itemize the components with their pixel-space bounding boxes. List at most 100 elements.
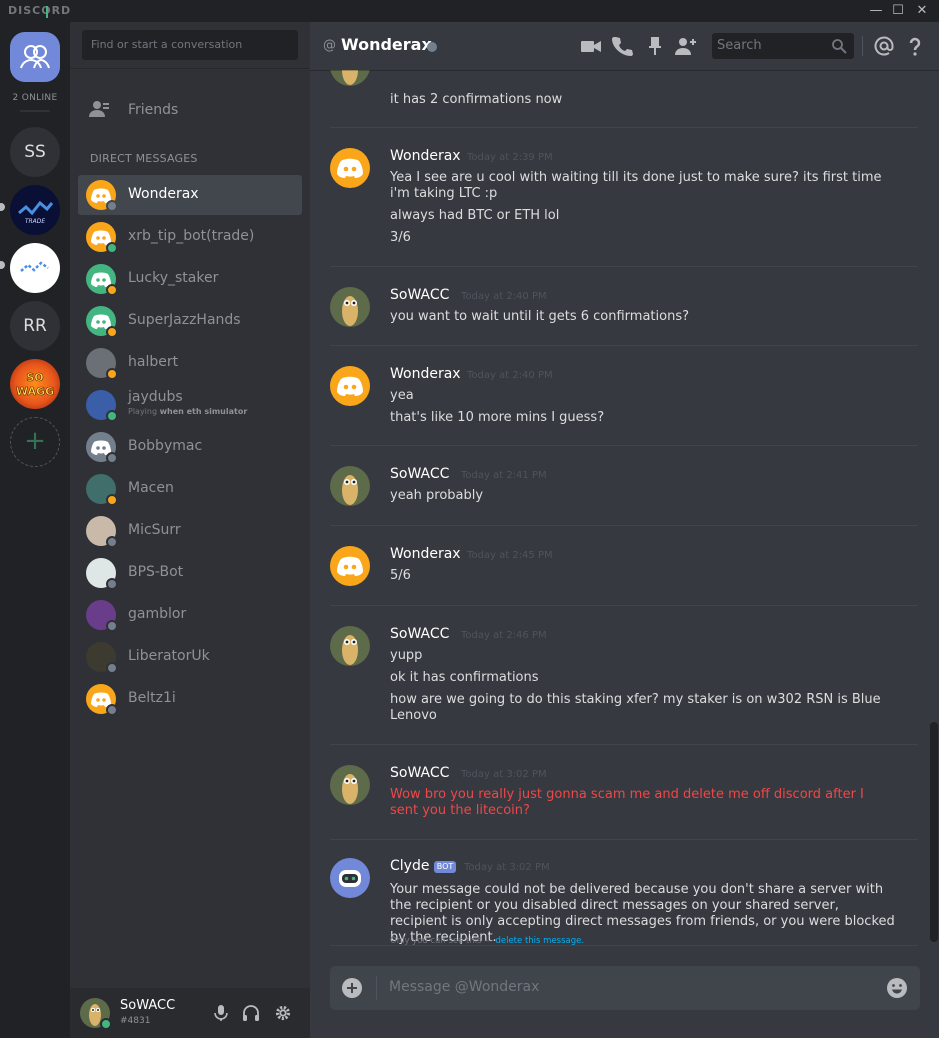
author-avatar[interactable] <box>330 287 370 327</box>
author-name[interactable]: SoWACC <box>390 466 449 482</box>
activity-name: when eth simulator <box>159 407 248 416</box>
message-timestamp: Today at 2:46 PM <box>461 630 547 641</box>
message-input[interactable]: Message @Wonderax <box>389 979 539 995</box>
update-indicator <box>46 6 48 18</box>
dm-name: Lucky_staker <box>128 270 219 286</box>
server-so-wagg[interactable]: SO WAGG <box>10 359 60 409</box>
message-timestamp: Today at 2:45 PM <box>467 550 553 561</box>
message-timestamp: Today at 2:40 PM <box>467 370 553 381</box>
dm-item[interactable]: LiberatorUk <box>78 637 302 677</box>
maximize-button[interactable]: ☐ <box>889 2 907 20</box>
message-text: yupp <box>390 648 423 663</box>
headphones-icon[interactable] <box>242 1004 260 1022</box>
add-friend-icon[interactable] <box>674 35 696 57</box>
dm-name: LiberatorUk <box>128 648 210 664</box>
server-trade[interactable]: TRADE <box>10 185 60 235</box>
author-avatar[interactable] <box>330 858 370 898</box>
help-icon[interactable] <box>904 35 926 57</box>
minimize-button[interactable]: — <box>867 2 885 20</box>
dm-name: halbert <box>128 354 179 370</box>
dm-item[interactable]: Beltz1i <box>78 679 302 719</box>
svg-text:WAGG: WAGG <box>16 385 54 398</box>
author-name[interactable]: SoWACC <box>390 626 449 642</box>
user-status-online <box>100 1018 112 1030</box>
author-avatar[interactable] <box>330 148 370 188</box>
video-call-icon[interactable] <box>580 35 602 57</box>
activity-prefix: Playing <box>128 407 160 416</box>
friends-nav-item[interactable]: Friends <box>78 92 302 128</box>
author-name[interactable]: Wonderax <box>390 546 461 562</box>
message-text: Wow bro you really just gonna scam me an… <box>390 787 864 818</box>
dm-item[interactable]: halbert <box>78 343 302 383</box>
emoji-icon[interactable] <box>886 977 908 999</box>
header-divider <box>862 36 863 56</box>
server-nano[interactable] <box>10 243 60 293</box>
dm-item[interactable]: Bobbymac <box>78 427 302 467</box>
voice-call-icon[interactable] <box>611 35 633 57</box>
mentions-icon[interactable] <box>873 35 895 57</box>
author-avatar[interactable] <box>330 546 370 586</box>
dm-item[interactable]: SuperJazzHands <box>78 301 302 341</box>
dm-item[interactable]: MicSurr <box>78 511 302 551</box>
scrollbar[interactable] <box>930 722 938 942</box>
find-conversation-input[interactable]: Find or start a conversation <box>82 30 298 60</box>
author-name[interactable]: SoWACC <box>390 287 449 303</box>
author-avatar[interactable] <box>330 626 370 666</box>
message-group: Wonderax Today at 2:39 PM Yea I see are … <box>330 128 918 267</box>
dm-name: Macen <box>128 480 174 496</box>
microphone-icon[interactable] <box>212 1004 230 1022</box>
author-name[interactable]: Wonderax <box>390 366 461 382</box>
author-name[interactable]: Clyde <box>390 858 429 874</box>
message-list: it has 2 confirmations now Wonderax Toda… <box>310 70 939 960</box>
dm-item[interactable]: BPS-Bot <box>78 553 302 593</box>
author-avatar[interactable] <box>330 366 370 406</box>
message-text: ok it has confirmations <box>390 670 539 685</box>
status-online <box>106 242 118 254</box>
search-icon <box>832 39 847 54</box>
gear-icon[interactable] <box>274 1004 292 1022</box>
dm-name: xrb_tip_bot(trade) <box>128 228 255 244</box>
message-group: Wonderax Today at 2:45 PM 5/6 <box>330 526 918 606</box>
message-text: 5/6 <box>390 568 411 583</box>
status-idle <box>106 284 118 296</box>
message-text: yea <box>390 388 414 403</box>
upload-plus-icon[interactable] <box>342 978 362 998</box>
dm-item[interactable]: Wonderax <box>78 175 302 215</box>
pin-icon[interactable] <box>644 35 666 57</box>
status-idle <box>106 494 118 506</box>
delete-message-link[interactable]: delete this message. <box>495 936 584 946</box>
author-avatar[interactable] <box>330 466 370 506</box>
dm-item[interactable]: xrb_tip_bot(trade) <box>78 217 302 257</box>
svg-text:SO: SO <box>26 371 43 384</box>
dm-name: SuperJazzHands <box>128 312 241 328</box>
home-button[interactable] <box>10 32 60 82</box>
server-ss[interactable]: SS <box>10 127 60 177</box>
author-name[interactable]: SoWACC <box>390 765 449 781</box>
message-timestamp: Today at 3:02 PM <box>464 862 550 873</box>
user-panel: SoWACC #4831 <box>70 988 310 1038</box>
author-avatar[interactable] <box>330 765 370 805</box>
status-offline <box>106 578 118 590</box>
author-avatar[interactable] <box>330 70 370 86</box>
message-text: yeah probably <box>390 488 484 503</box>
status-offline <box>106 620 118 632</box>
channel-name: Wonderax <box>341 35 432 54</box>
dm-item[interactable]: Lucky_staker <box>78 259 302 299</box>
discord-wordmark: DISCORD <box>8 4 72 17</box>
message-timestamp: Today at 2:39 PM <box>467 152 553 163</box>
dm-item[interactable]: gamblor <box>78 595 302 635</box>
author-name[interactable]: Wonderax <box>390 148 461 164</box>
message-text: always had BTC or ETH lol <box>390 208 560 223</box>
add-server-button[interactable]: + <box>10 417 60 467</box>
nano-server-icon <box>20 261 49 272</box>
message-text: that's like 10 more mins I guess? <box>390 410 605 425</box>
server-rr[interactable]: RR <box>10 301 60 351</box>
message-text: you want to wait until it gets 6 confirm… <box>390 309 689 324</box>
search-input[interactable]: Search <box>712 33 854 59</box>
rail-separator <box>20 110 50 112</box>
dm-item[interactable]: jaydubs Playing when eth simulator <box>78 385 302 425</box>
status-idle <box>106 326 118 338</box>
close-window-button[interactable]: ✕ <box>913 2 931 20</box>
search-placeholder: Search <box>717 38 762 53</box>
dm-item[interactable]: Macen <box>78 469 302 509</box>
